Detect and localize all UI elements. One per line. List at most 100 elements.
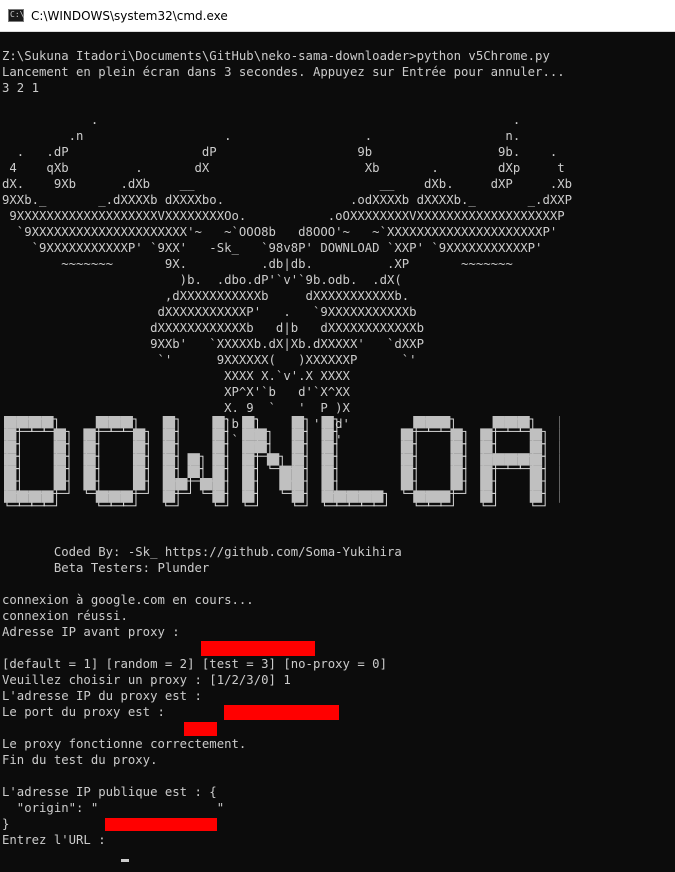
console-line: ~~~~~~~ 9X. .db|db. .XP ~~~~~~~ <box>2 257 513 271</box>
banner-letter-block <box>53 453 66 466</box>
banner-letter-block <box>480 478 493 491</box>
banner-letter-block <box>400 478 414 491</box>
redacted-proxy-ip <box>224 705 339 720</box>
banner-letter-block <box>529 453 543 466</box>
banner-letter-block <box>108 416 121 429</box>
banner-letter-block <box>199 478 213 491</box>
banner-letter-block <box>4 416 17 429</box>
banner-letter-block <box>242 428 255 441</box>
banner-letter-block <box>242 440 255 454</box>
banner-letter-block <box>413 490 426 503</box>
banner-letter-block <box>371 490 384 503</box>
banner-letter-block <box>480 428 493 441</box>
banner-letter-block <box>321 465 334 478</box>
console-line: "origin": " " <box>2 801 225 815</box>
banner-letter-block <box>187 453 200 466</box>
console-line: Beta Testers: Plunder <box>2 561 210 575</box>
banner-letter-block <box>480 453 493 466</box>
console-line: . .dP dP 9b 9b. . <box>2 145 558 159</box>
console-line: connexion réussi. <box>2 609 128 623</box>
banner-letter-block <box>83 465 96 478</box>
banner-letter-block <box>529 478 543 491</box>
banner-letter-block <box>16 490 29 503</box>
console-line: `9XXXXXXXXXXXP' `9XX' -Sk_ `98v8P' DOWNL… <box>2 241 543 255</box>
console-line: 9XXb._ _.dXXXXb dXXXXbo. .odXXXXb dXXXXb… <box>2 193 573 207</box>
banner-letter-block <box>212 416 225 429</box>
banner-letter-block <box>95 490 109 503</box>
console-line: Veuillez choisir un proxy : [1/2/3/0] 1 <box>2 673 291 687</box>
banner-letter-block <box>480 490 493 503</box>
console-line: XXXX X.`v'.X XXXX <box>2 369 350 383</box>
banner-letter-block <box>83 428 96 441</box>
redacted-ip-before-proxy <box>201 641 315 656</box>
console-line: 9XXb' `XXXXXb.dX|Xb.dXXXXX' `dXXP <box>2 337 424 351</box>
banner-letter-block <box>53 478 66 491</box>
banner-letter-block <box>321 428 334 441</box>
banner-letter-block <box>28 416 42 429</box>
banner-letter-block <box>291 478 305 491</box>
banner-letter-block <box>53 465 66 478</box>
banner-letter-block <box>504 453 518 466</box>
redacted-public-ip <box>105 818 217 831</box>
console-line: 4 qXb . dX Xb . dXp t <box>2 161 565 175</box>
banner-letter-block <box>450 428 463 441</box>
banner-letter-block <box>400 465 414 478</box>
banner-letter-block <box>4 478 17 491</box>
console-line: connexion à google.com en cours... <box>2 593 254 607</box>
console-line: Lancement en plein écran dans 3 secondes… <box>2 65 565 79</box>
banner-letter-block <box>450 478 463 491</box>
banner-letter-block <box>321 440 334 454</box>
banner-letter-block <box>83 453 96 466</box>
banner-letter-block <box>16 416 29 429</box>
console-line: dXXXXXXXXXXXP' . `9XXXXXXXXXXXb <box>2 305 417 319</box>
banner-letter-block <box>162 465 176 478</box>
console-line: `9XXXXXXXXXXXXXXXXXXXXX'~ ~`OOO8b d8OOO'… <box>2 225 558 239</box>
banner-letter-block <box>242 465 255 478</box>
banner-letter-block <box>346 490 359 503</box>
download-ascii-banner <box>4 416 560 507</box>
banner-letter-block <box>291 416 305 429</box>
banner-letter-block <box>162 440 176 454</box>
banner-letter-block <box>517 453 530 466</box>
banner-letter-block <box>212 465 225 478</box>
banner-letter-block <box>425 490 438 503</box>
console-line: .n . . n. <box>2 129 521 143</box>
banner-letter-block <box>400 440 414 454</box>
banner-letter-block <box>108 490 121 503</box>
banner-letter-block <box>242 478 255 491</box>
banner-letter-block <box>450 440 463 454</box>
console-line: dX. 9Xb .dXb __ __ dXb. dXP .Xb <box>2 177 573 191</box>
banner-letter-block <box>529 440 543 454</box>
console-line: Le port du proxy est : <box>2 705 173 719</box>
banner-letter-block <box>291 465 305 478</box>
banner-letter-block <box>504 416 518 429</box>
banner-letter-block <box>400 453 414 466</box>
banner-letter-block <box>492 416 505 429</box>
banner-letter-block <box>266 453 280 466</box>
banner-letter-block <box>28 490 42 503</box>
banner-letter-block <box>212 478 225 491</box>
console-line: 3 2 1 <box>2 81 40 95</box>
banner-letter-block <box>212 428 225 441</box>
console-line: dXXXXXXXXXXXXb d|b dXXXXXXXXXXXXb <box>2 321 424 335</box>
banner-letter-block <box>4 465 17 478</box>
title-bar[interactable]: C:\ C:\WINDOWS\system32\cmd.exe <box>0 0 675 32</box>
banner-letter-block <box>41 416 54 429</box>
banner-letter-block <box>187 465 200 478</box>
banner-letter-block <box>242 416 255 429</box>
cmd-console-icon: C:\ <box>8 9 24 22</box>
redacted-proxy-port <box>184 722 217 736</box>
banner-letter-block <box>321 453 334 466</box>
banner-letter-block <box>480 465 493 478</box>
console-line: Fin du test du proxy. <box>2 753 158 767</box>
banner-letter-block <box>4 490 17 503</box>
cmd-window: C:\ C:\WINDOWS\system32\cmd.exe Z:\Sukun… <box>0 0 675 872</box>
console-line: XP^X'`b d'`X^XX <box>2 385 350 399</box>
banner-letter-block <box>291 440 305 454</box>
console-line: ,dXXXXXXXXXXXb dXXXXXXXXXXXb. <box>2 289 410 303</box>
banner-letter-block <box>120 490 133 503</box>
banner-letter-block <box>212 440 225 454</box>
banner-letter-block <box>321 416 334 429</box>
banner-letter-block <box>132 453 146 466</box>
banner-letter-block <box>529 490 543 503</box>
